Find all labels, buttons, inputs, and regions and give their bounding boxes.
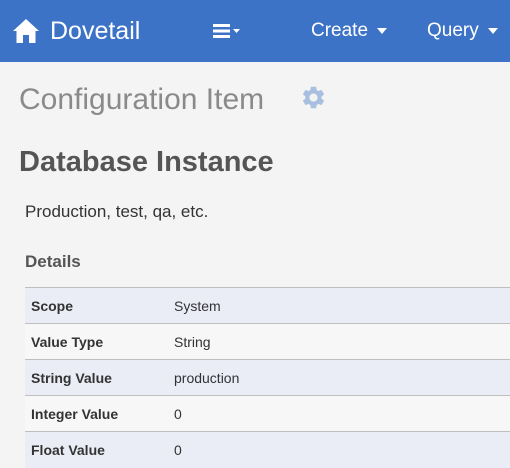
value-type-value: String [168, 323, 510, 360]
string-value-value: production [168, 359, 510, 396]
chevron-down-icon [487, 28, 498, 34]
item-description: Production, test, qa, etc. [25, 202, 209, 221]
menu-toggle-button[interactable] [212, 20, 242, 42]
table-row: Scope System [25, 287, 510, 324]
table-row: Value Type String [25, 323, 510, 360]
integer-value-label: Integer Value [25, 395, 168, 432]
float-value-label: Float Value [25, 431, 168, 468]
home-icon [13, 19, 39, 43]
integer-value-value: 0 [168, 395, 510, 432]
create-menu-dropdown[interactable]: Create [311, 18, 388, 44]
string-value-label: String Value [25, 359, 168, 396]
float-value-value: 0 [168, 431, 510, 468]
value-type-label: Value Type [25, 323, 168, 360]
list-menu-icon [213, 24, 240, 38]
query-menu-label: Query [427, 20, 479, 41]
table-row: String Value production [25, 359, 510, 396]
create-menu-label: Create [311, 20, 369, 41]
page-title: Configuration Item [19, 83, 265, 116]
brand-label: Dovetail [50, 17, 141, 45]
table-row: Float Value 0 [25, 431, 510, 468]
scope-value: System [168, 287, 510, 324]
item-title: Database Instance [19, 146, 274, 178]
scope-label: Scope [25, 287, 168, 324]
details-heading: Details [25, 252, 81, 271]
chevron-down-icon [377, 28, 388, 34]
table-row: Integer Value 0 [25, 395, 510, 432]
gear-icon[interactable] [300, 84, 327, 111]
top-navbar: Dovetail Create Query [0, 0, 510, 62]
query-menu-dropdown[interactable]: Query [427, 18, 498, 44]
details-table: Scope System Value Type String String Va… [25, 287, 510, 468]
brand-link[interactable]: Dovetail [12, 16, 140, 46]
